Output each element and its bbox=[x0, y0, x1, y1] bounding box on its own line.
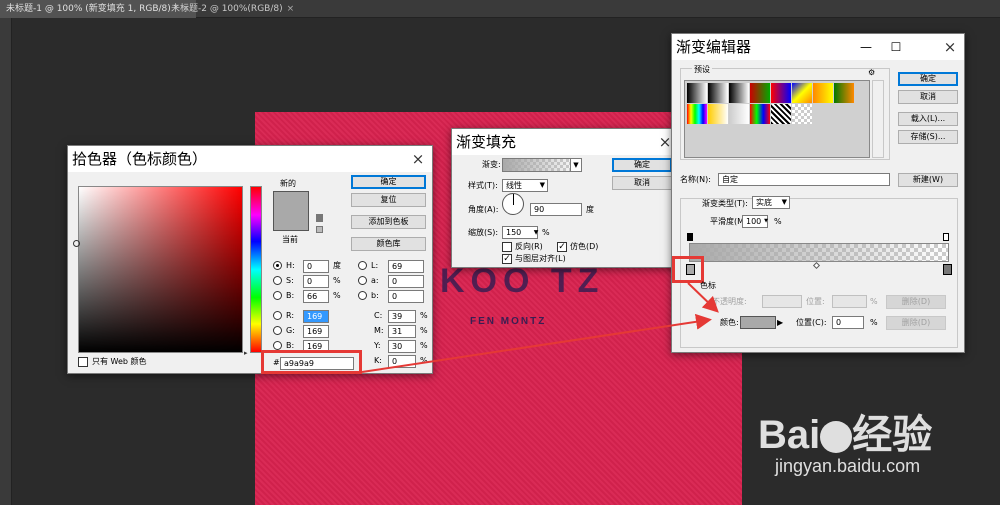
paw-icon bbox=[820, 421, 853, 454]
arrow-from-stop bbox=[687, 282, 719, 313]
arrow-to-color-swatch bbox=[361, 313, 712, 373]
watermark-url: jingyan.baidu.com bbox=[775, 456, 921, 476]
watermark-brand: Bai 经验 bbox=[758, 413, 933, 457]
